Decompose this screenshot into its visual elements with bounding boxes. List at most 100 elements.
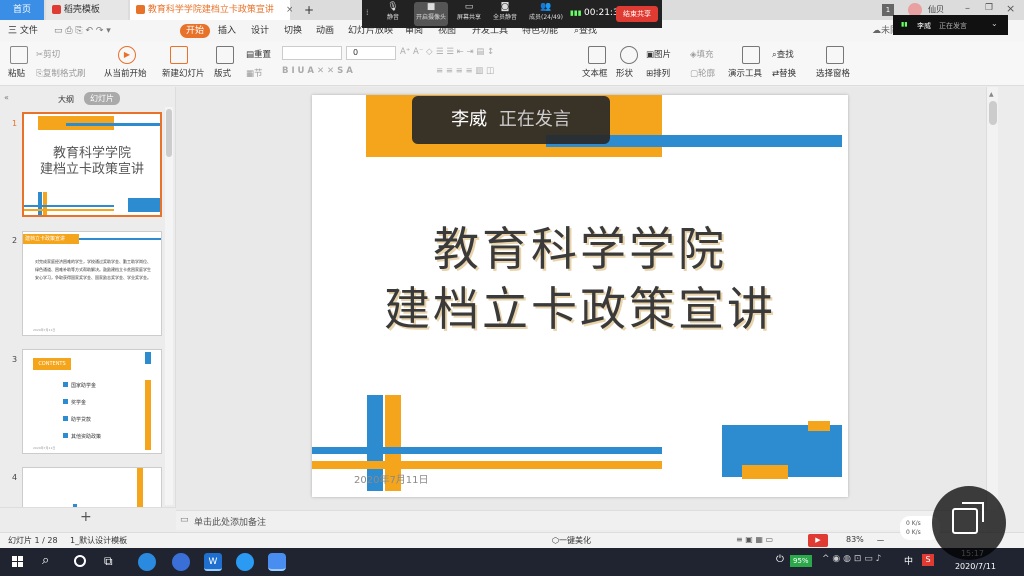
new-slide-button[interactable]: 新建幻灯片 xyxy=(162,67,205,79)
ime-indicator[interactable]: 中 xyxy=(904,554,913,567)
canvas-scrollbar[interactable]: ▲ xyxy=(986,87,998,510)
file-menu[interactable]: 三 文件 xyxy=(8,24,38,38)
overlay-speaker-name: 李威 xyxy=(917,22,931,30)
thumb-title: 教育科学学院 建档立卡政策宣讲 xyxy=(24,146,160,178)
menu-tab-transition[interactable]: 切换 xyxy=(284,24,302,38)
status-bar: 幻灯片 1 / 28 1_默认设计模板 ⬡一键美化 ≡ ▣ ▦ ▭ ▶ 83% … xyxy=(0,532,1024,548)
from-current-button[interactable]: 从当前开始 xyxy=(104,67,147,79)
format-painter-button[interactable]: 格式刷 xyxy=(60,67,86,79)
align-icons[interactable]: ≡ ≡ ≡ ≡ ▥ ◫ xyxy=(436,66,494,76)
tab-document[interactable]: 教育科学学院建档立卡政策宣讲 xyxy=(130,0,290,20)
camera-button[interactable]: ■ 开启摄像头 xyxy=(414,2,448,26)
close-window-icon[interactable]: × xyxy=(1006,2,1015,15)
slide-thumbnail-2[interactable]: 建档立卡政策宣讲 对完成家庭经济困难的学生，学校通过奖助学金、勤工助学岗位、绿色… xyxy=(22,231,162,336)
slide-thumbnail-4[interactable] xyxy=(22,467,162,509)
app-icon-learning[interactable] xyxy=(172,553,190,571)
windows-start-icon[interactable] xyxy=(12,556,24,568)
tray-icons[interactable]: ^ ◉ ◍ ⊡ ▭ ♪ xyxy=(822,554,881,564)
main-slide[interactable]: 教育科学学院 建档立卡政策宣讲 2020年7月11日 xyxy=(312,95,848,497)
play-icon[interactable]: ▶ xyxy=(118,46,136,64)
view-mode-icons[interactable]: ≡ ▣ ▦ ▭ xyxy=(736,535,773,544)
chevron-down-icon[interactable]: ⌄ xyxy=(991,19,998,28)
floating-screen-switch-button[interactable] xyxy=(932,486,1006,560)
fill-button[interactable]: ◈填充 xyxy=(690,48,714,60)
beautify-button[interactable]: ⬡一键美化 xyxy=(552,535,591,546)
mute-button[interactable]: 🎙 静音 xyxy=(376,2,410,26)
outline-button[interactable]: ▢轮廓 xyxy=(690,67,715,79)
task-view-icon[interactable]: ⧉ xyxy=(104,554,113,569)
cut-button[interactable]: ✂剪切 xyxy=(36,48,60,60)
layout-icon[interactable] xyxy=(216,46,234,64)
section-button[interactable]: ▦节 xyxy=(246,67,263,79)
tab-template[interactable]: 稻壳模板 xyxy=(46,0,128,20)
shape-icon[interactable] xyxy=(620,46,638,64)
font-size-field[interactable]: 0 xyxy=(346,46,396,60)
add-slide-button[interactable]: + xyxy=(80,509,92,525)
app-icon-meeting[interactable] xyxy=(268,553,286,571)
paste-icon[interactable] xyxy=(10,46,28,64)
font-grow-icons[interactable]: A⁺ A⁻ ◇ xyxy=(400,47,433,57)
new-tab-button[interactable]: + xyxy=(298,0,318,20)
menu-tab-home[interactable]: 开始 xyxy=(180,24,211,38)
screen-share-button[interactable]: ▭ 屏幕共享 xyxy=(452,2,486,26)
slides-tab[interactable]: 幻灯片 xyxy=(84,92,120,105)
thumb-scrollbar[interactable] xyxy=(165,107,173,505)
text-box-icon[interactable] xyxy=(588,46,606,64)
search-icon[interactable]: ⌕ xyxy=(42,553,49,568)
members-button[interactable]: 👥 成员(24/49) xyxy=(526,2,566,26)
outline-tab[interactable]: 大纲 xyxy=(58,94,74,105)
reset-button[interactable]: ▤重置 xyxy=(246,48,271,60)
app-icon-wps[interactable]: W xyxy=(204,553,222,571)
slide-thumbnail-1[interactable]: 教育科学学院 建档立卡政策宣讲 xyxy=(22,112,162,217)
shape-button[interactable]: 形状 xyxy=(616,67,633,79)
zoom-level[interactable]: 83% xyxy=(846,535,864,544)
thumb3-item: 奖学金 xyxy=(63,395,101,412)
arrange-button[interactable]: ⊞排列 xyxy=(646,67,670,79)
find-button[interactable]: ⌕查找 xyxy=(772,48,794,60)
sogou-ime-icon[interactable]: S xyxy=(922,554,934,566)
end-share-button[interactable]: 结束共享 xyxy=(616,6,658,22)
slide-number: 4 xyxy=(12,473,18,482)
speaker-overlay[interactable]: ▮▮ 李威 正在发言 ⌄ xyxy=(893,15,1008,35)
layout-button[interactable]: 版式 xyxy=(214,67,231,79)
mute-all-button[interactable]: ◙ 全员静音 xyxy=(488,2,522,26)
quick-access-icons[interactable]: ▭ ⎙ ⎘ ↶ ↷ ▾ xyxy=(54,24,111,38)
paragraph-icons[interactable]: ☰ ☰ ⇤ ⇥ ▤ ↕ xyxy=(436,47,494,57)
collapse-panel-icon[interactable]: « xyxy=(4,93,9,102)
theme-name[interactable]: 1_默认设计模板 xyxy=(70,535,127,546)
slide-title[interactable]: 教育科学学院 建档立卡政策宣讲 xyxy=(312,219,848,339)
paste-button[interactable]: 粘贴 xyxy=(8,67,25,79)
tab-close-icon[interactable]: × xyxy=(280,0,292,20)
select-pane-button[interactable]: 选择窗格 xyxy=(816,67,850,79)
menu-tab-insert[interactable]: 插入 xyxy=(218,24,236,38)
maximize-icon[interactable]: ❐ xyxy=(985,3,993,13)
font-name-field[interactable] xyxy=(282,46,342,60)
select-pane-icon[interactable] xyxy=(826,46,844,64)
font-style-buttons[interactable]: B I U A ✕ ✕ S A xyxy=(282,66,353,76)
app-icon-browser[interactable] xyxy=(138,553,156,571)
minimize-icon[interactable]: – xyxy=(965,3,970,14)
scroll-up-icon[interactable]: ▲ xyxy=(989,91,994,98)
copy-button[interactable]: ⎘复制 xyxy=(36,67,60,79)
present-tools-icon[interactable] xyxy=(742,46,760,64)
new-slide-icon[interactable] xyxy=(170,46,188,64)
thumb3-item-label: 国家助学金 xyxy=(71,383,97,389)
thumb-scroll-handle[interactable] xyxy=(166,109,172,157)
cortana-icon[interactable] xyxy=(74,555,86,567)
tab-home[interactable]: 首页 xyxy=(0,0,44,20)
app-icon-feishu[interactable] xyxy=(236,553,254,571)
zoom-out-button[interactable]: － xyxy=(876,534,885,547)
slide-date[interactable]: 2020年7月11日 xyxy=(354,471,429,486)
notes-bar[interactable]: ▭ 单击此处添加备注 xyxy=(176,510,986,530)
menu-tab-animation[interactable]: 动画 xyxy=(316,24,334,38)
text-box-button[interactable]: 文本框 xyxy=(582,67,608,79)
menu-tab-design[interactable]: 设计 xyxy=(251,24,269,38)
drag-handle-icon[interactable]: ⁞ xyxy=(366,8,369,17)
slideshow-play-icon[interactable]: ▶ xyxy=(808,534,828,547)
replace-button[interactable]: ⇄替换 xyxy=(772,67,796,79)
slide-thumbnail-3[interactable]: CONTENTS 国家助学金 奖学金 助学贷款 其他资助政策 2020年7月11… xyxy=(22,349,162,454)
clock-date[interactable]: 2020/7/11 xyxy=(944,562,996,571)
canvas-scroll-handle[interactable] xyxy=(989,101,997,125)
present-tools-button[interactable]: 演示工具 xyxy=(728,67,762,79)
picture-button[interactable]: ▣图片 xyxy=(646,48,671,60)
